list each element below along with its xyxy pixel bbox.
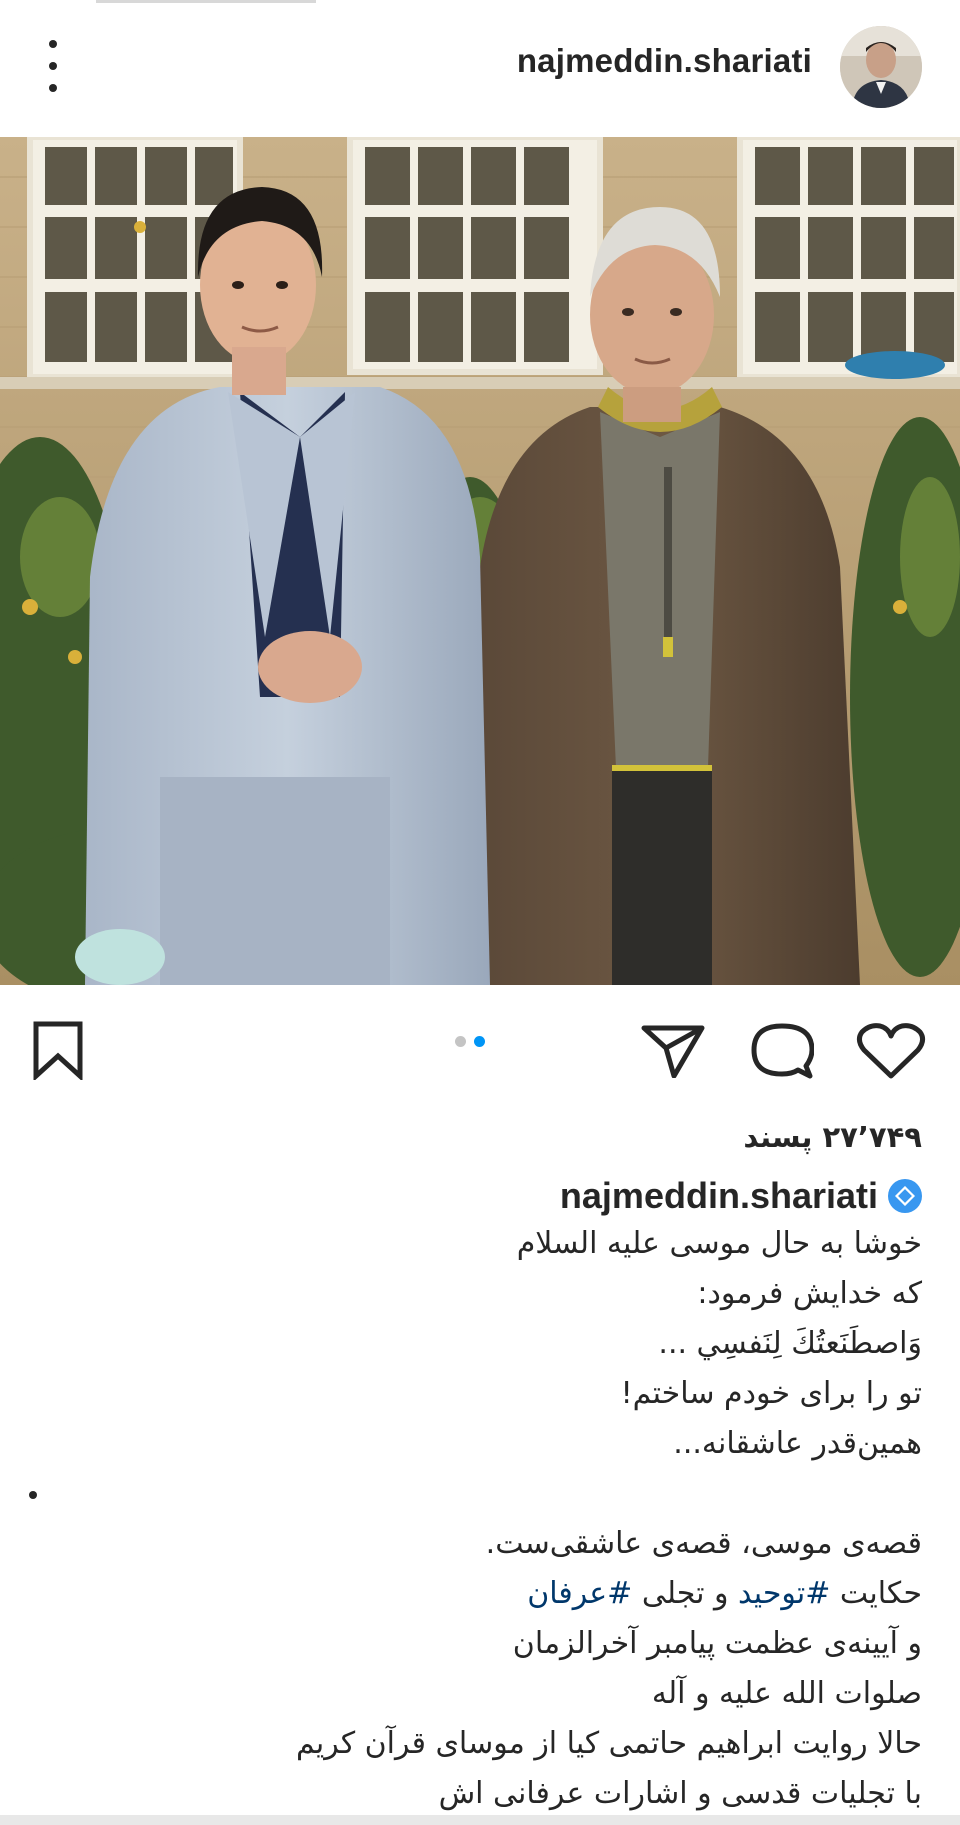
paper-plane-icon [641,1025,705,1079]
heart-icon [856,1023,926,1079]
caption-username[interactable]: najmeddin.shariati [560,1175,878,1217]
caption-line: قصه‌ی موسی، قصه‌ی عاشقی‌ست. [485,1526,922,1561]
verified-badge-icon [888,1179,922,1213]
carousel-dot [455,1036,466,1047]
comment-button[interactable] [750,1020,815,1084]
separator-dot [29,1491,37,1499]
carousel-dot-active [474,1036,485,1047]
caption-line: تو را برای خودم ساختم! [620,1376,922,1411]
hashtag-link[interactable]: #عرفان [527,1576,632,1611]
caption-line: خوشا به حال موسی علیه السلام [516,1226,922,1261]
more-vertical-icon [49,40,57,48]
caption-block-2: قصه‌ی موسی، قصه‌ی عاشقی‌ست. حکایت #توحید… [42,1519,922,1819]
caption-line: که خدایش فرمود: [697,1276,922,1311]
carousel-indicator [455,1036,485,1047]
post-author-username[interactable]: najmeddin.shariati [517,42,812,80]
caption-line-with-hashtags: حکایت #توحید و تجلی #عرفان [42,1569,922,1619]
save-button[interactable] [30,1020,86,1084]
caption-line: و آیینه‌ی عظمت پیامبر آخرالزمان [512,1626,922,1661]
share-button[interactable] [640,1022,706,1082]
more-options-button[interactable] [38,40,68,92]
caption-line: حالا روایت ابراهیم حاتمی کیا از موسای قر… [295,1726,922,1761]
caption-text: و تجلی [632,1576,739,1611]
post-header: najmeddin.shariati [0,0,960,136]
caption-block-1: خوشا به حال موسی علیه السلام که خدایش فر… [42,1219,922,1469]
bottom-edge [0,1815,960,1825]
like-button[interactable] [856,1022,926,1084]
caption-text: حکایت [830,1576,922,1611]
bookmark-icon [33,1021,83,1082]
likes-count[interactable]: ۲۷٬۷۴۹ پسند [743,1120,922,1154]
caption-line: صلوات الله علیه و آله [651,1676,922,1711]
post-photo-illustration [0,137,960,985]
caption-author: najmeddin.shariati [560,1175,922,1217]
avatar[interactable] [840,26,922,108]
post-photo[interactable] [0,137,960,985]
caption-line: وَاصطَنَعتُكَ لِنَفسِي ... [658,1326,922,1361]
caption-line: با تجلیات قدسی و اشارات عرفانی اش [438,1776,922,1811]
caption-line: همین‌قدر عاشقانه... [673,1426,922,1461]
hashtag-link[interactable]: #توحید [738,1576,830,1611]
comment-icon [751,1023,815,1079]
